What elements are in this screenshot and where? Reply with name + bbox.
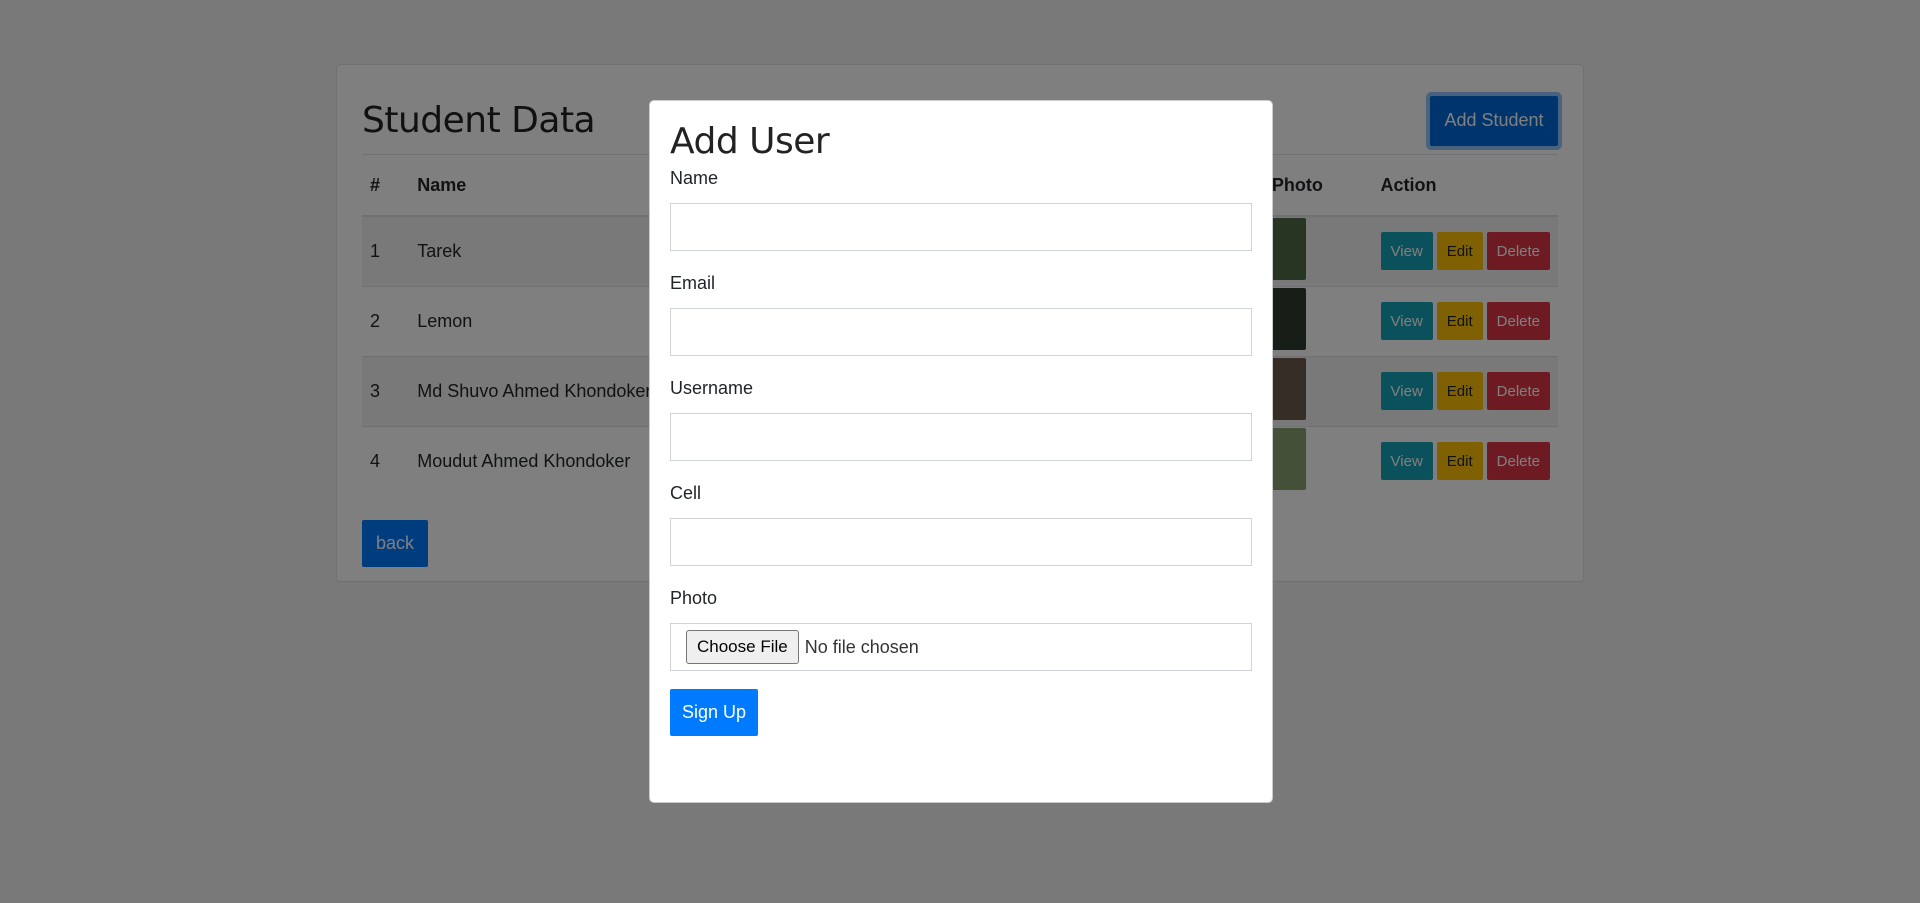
email-input[interactable] <box>670 308 1252 356</box>
cell-input[interactable] <box>670 518 1252 566</box>
email-field-group: Email <box>670 273 1252 356</box>
cell-field-group: Cell <box>670 483 1252 566</box>
email-label: Email <box>670 273 716 293</box>
username-field-group: Username <box>670 378 1252 461</box>
username-label: Username <box>670 378 754 398</box>
name-field-group: Name <box>670 168 1252 251</box>
photo-field-group: Photo Choose File No file chosen <box>670 588 1252 671</box>
choose-file-button[interactable]: Choose File <box>686 630 799 664</box>
username-input[interactable] <box>670 413 1252 461</box>
add-user-modal: Add User Name Email Username Cell Photo … <box>649 100 1273 803</box>
photo-file-input[interactable]: Choose File No file chosen <box>670 623 1252 671</box>
modal-title: Add User <box>670 121 830 162</box>
cell-label: Cell <box>670 483 702 503</box>
file-status: No file chosen <box>804 636 919 657</box>
sign-up-button[interactable]: Sign Up <box>670 689 758 736</box>
name-input[interactable] <box>670 203 1252 251</box>
photo-label: Photo <box>670 588 718 608</box>
name-label: Name <box>670 168 719 188</box>
